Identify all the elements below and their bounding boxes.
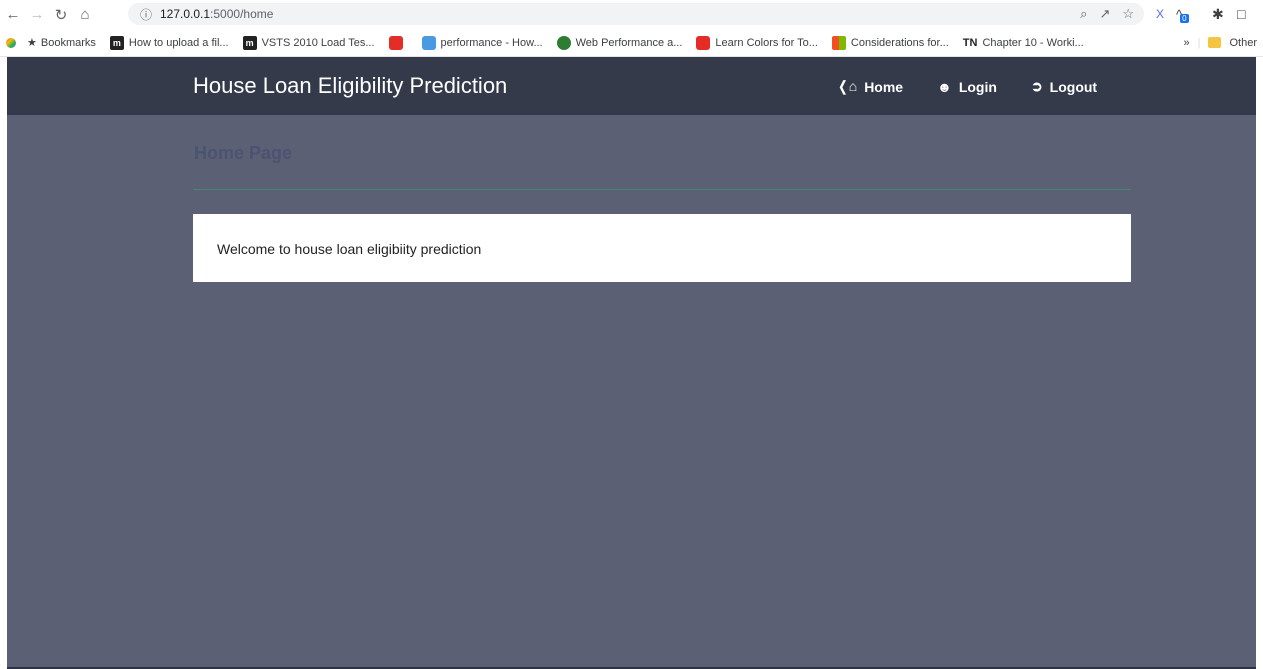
- extension-badge-count: 0: [1180, 13, 1189, 23]
- bookmark-item[interactable]: Web Performance a...: [556, 35, 683, 50]
- nav-login-label: Login: [958, 78, 997, 95]
- bookmark-item: [388, 35, 408, 50]
- url-text: 127.0.0.1:5000/home: [160, 7, 274, 21]
- extensions-puzzle-icon[interactable]: ✱: [1212, 4, 1224, 24]
- youtube-icon[interactable]: [388, 35, 403, 50]
- bookmark-label: performance - How...: [440, 36, 543, 49]
- bookmarks-bar: ★ Bookmarks m How to upload a fil... m V…: [0, 29, 1263, 57]
- qa-icon: [421, 35, 436, 50]
- bookmarks-label: Bookmarks: [40, 36, 96, 49]
- extension-x-icon[interactable]: X: [1156, 4, 1164, 24]
- bookmark-item[interactable]: Learn Colors for To...: [696, 35, 818, 50]
- nav-home[interactable]: ❬⌂ Home: [837, 78, 903, 95]
- home-icon: ❬⌂: [837, 78, 858, 94]
- star-icon[interactable]: ☆: [1122, 6, 1134, 22]
- bookmark-label: Learn Colors for To...: [715, 36, 818, 49]
- reload-icon[interactable]: ↻: [50, 4, 72, 26]
- microsoft-icon: [831, 35, 846, 50]
- bookmark-item[interactable]: performance - How...: [421, 35, 543, 50]
- divider: [193, 189, 1131, 190]
- bookmark-label: Considerations for...: [850, 36, 949, 49]
- divider: |: [1197, 36, 1201, 49]
- info-icon[interactable]: ⓘ: [138, 6, 154, 23]
- address-bar[interactable]: ⓘ 127.0.0.1:5000/home ⌕ ↗ ☆: [128, 3, 1144, 25]
- welcome-card: Welcome to house loan eligibiity predict…: [193, 214, 1131, 282]
- folder-icon: [1208, 37, 1222, 48]
- bookmark-item[interactable]: Considerations for...: [831, 35, 949, 50]
- welcome-text: Welcome to house loan eligibiity predict…: [217, 241, 482, 257]
- extension-badge-icon[interactable]: ^ 0: [1176, 4, 1189, 24]
- browser-toolbar: ← → ↻ ⌂ ⓘ 127.0.0.1:5000/home ⌕ ↗ ☆ X ^ …: [0, 0, 1263, 29]
- bookmarks-overflow[interactable]: »: [1184, 37, 1190, 49]
- back-arrow-icon[interactable]: ←: [2, 4, 24, 26]
- bookmark-label: VSTS 2010 Load Tes...: [261, 36, 375, 49]
- other-bookmarks[interactable]: Other: [1229, 37, 1257, 49]
- home-browser-icon[interactable]: ⌂: [74, 4, 96, 26]
- bookmark-label: Web Performance a...: [575, 36, 683, 49]
- bookmark-label: Chapter 10 - Worki...: [982, 36, 1084, 49]
- bookmark-item[interactable]: m VSTS 2010 Load Tes...: [242, 35, 375, 50]
- medium-icon: m: [109, 35, 124, 50]
- sign-out-icon: ➲: [1030, 78, 1043, 94]
- page-body: House Loan Eligibility Prediction ❬⌂ Hom…: [7, 57, 1256, 669]
- zoom-icon[interactable]: ⌕: [1080, 6, 1087, 22]
- nav-logout[interactable]: ➲ Logout: [1031, 78, 1097, 95]
- performance-icon: [556, 35, 571, 50]
- side-panel-icon[interactable]: □: [1237, 4, 1245, 24]
- apps-icon[interactable]: [6, 37, 21, 48]
- bookmark-item[interactable]: TN Chapter 10 - Worki...: [963, 37, 1084, 49]
- bookmarks-folder[interactable]: ★ Bookmarks: [27, 36, 96, 50]
- nav-home-label: Home: [864, 78, 904, 95]
- star-bookmark-icon: ★: [27, 37, 37, 49]
- page-title: Home Page: [194, 143, 293, 163]
- forward-arrow-icon[interactable]: →: [26, 4, 48, 26]
- user-circle-icon: ☻: [937, 78, 952, 95]
- share-icon[interactable]: ↗: [1099, 6, 1110, 22]
- bookmark-label: How to upload a fil...: [128, 36, 229, 49]
- brand-title[interactable]: House Loan Eligibility Prediction: [193, 73, 507, 99]
- nav-logout-label: Logout: [1049, 78, 1098, 95]
- youtube-icon: [696, 35, 711, 50]
- app-navbar: House Loan Eligibility Prediction ❬⌂ Hom…: [7, 57, 1256, 115]
- tn-icon: TN: [962, 36, 978, 49]
- nav-login[interactable]: ☻ Login: [937, 78, 997, 95]
- nav-menu: ❬⌂ Home ☻ Login ➲ Logout: [837, 78, 1097, 95]
- medium-icon: m: [242, 35, 257, 50]
- bookmark-item[interactable]: m How to upload a fil...: [109, 35, 229, 50]
